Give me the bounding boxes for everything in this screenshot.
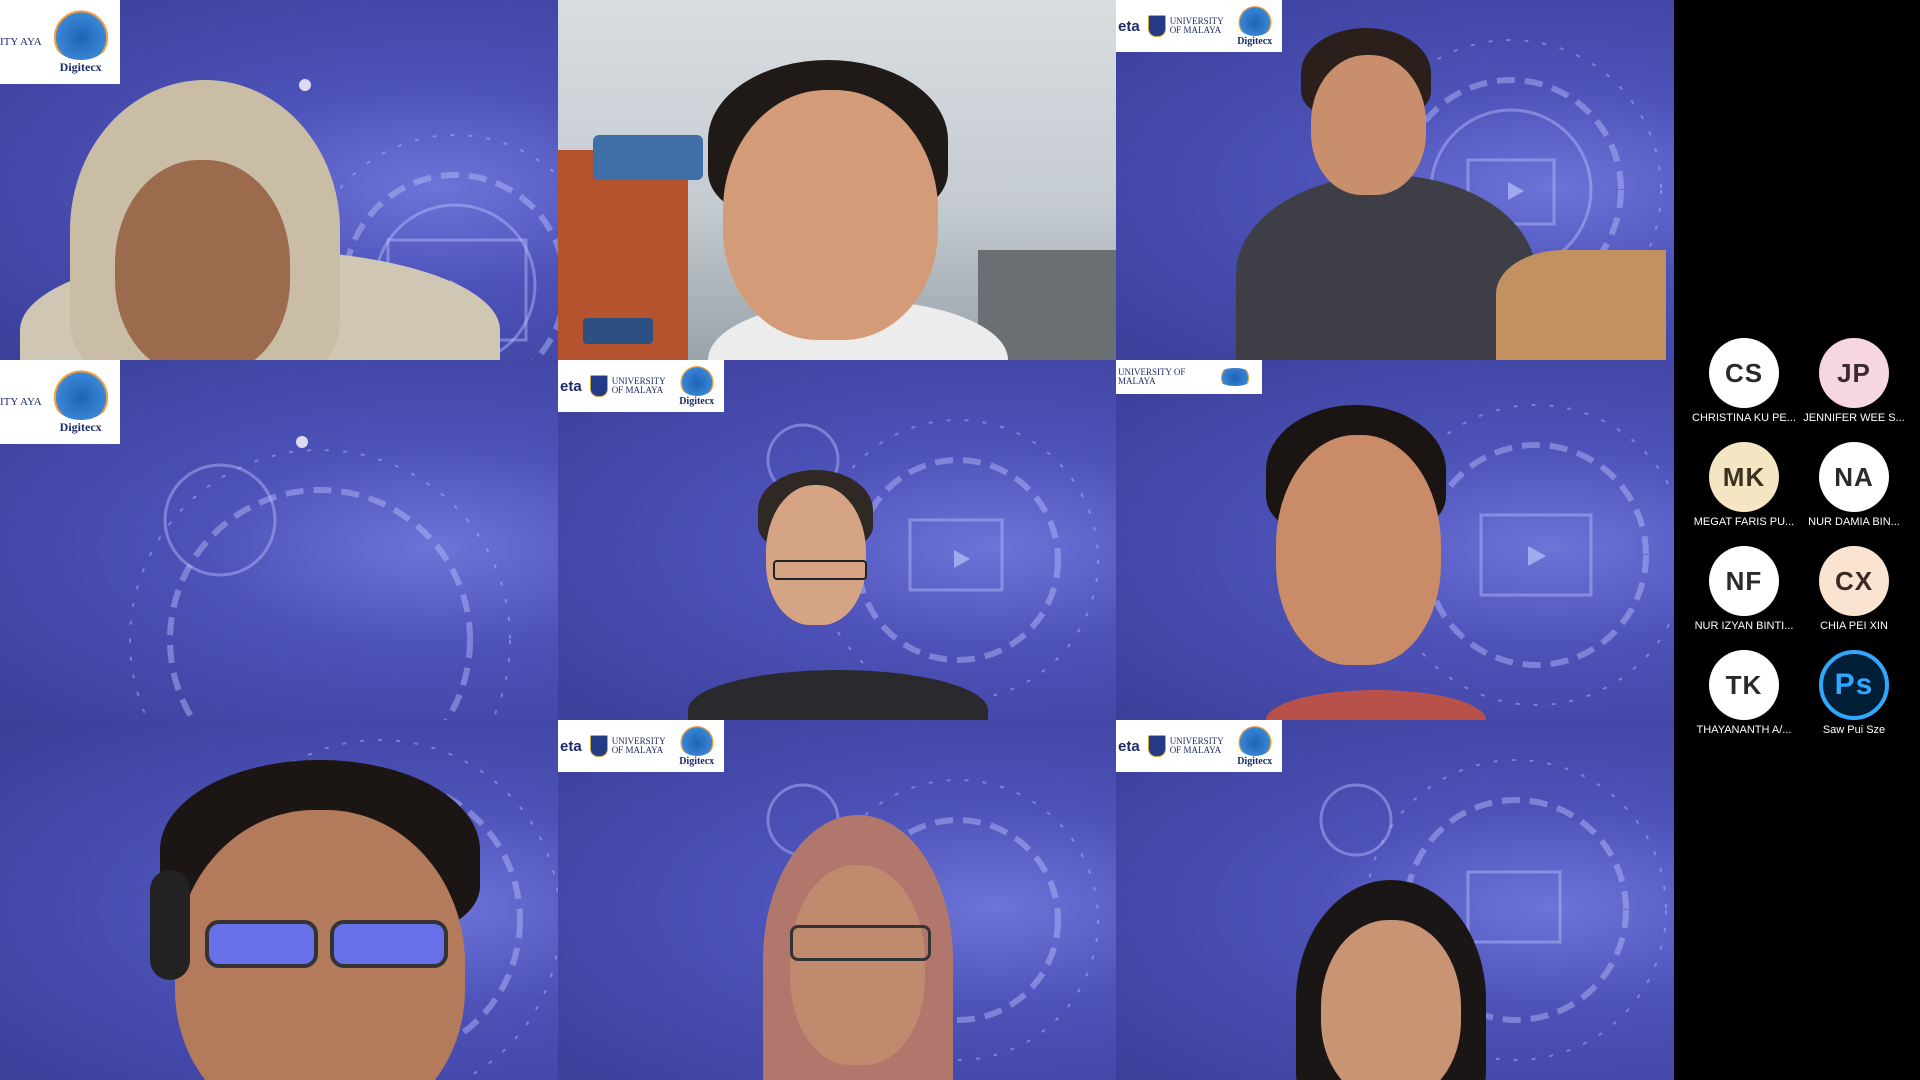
video-tile-5[interactable]: eta UNIVERSITY OF MALAYA Digitecx [558, 360, 1116, 720]
brain-gear-icon [1216, 368, 1254, 386]
participant-name: Saw Pui Sze [1822, 724, 1886, 736]
participant-item[interactable]: NF NUR IZYAN BINTI... [1689, 546, 1799, 632]
logo-banner: eta UNIVERSITY OF MALAYA Digitecx [1116, 720, 1282, 772]
university-crest-icon [589, 375, 608, 397]
banner-fragment: ITY AYA [0, 35, 42, 48]
participant-name: CHIA PEI XIN [1820, 620, 1888, 632]
avatar: NA [1819, 442, 1889, 512]
logo-banner: UNIVERSITY OF MALAYA [1116, 360, 1262, 394]
photoshop-icon: Ps [1819, 650, 1889, 720]
participant-name: NUR DAMIA BIN... [1808, 516, 1900, 528]
digitex-logo: Digitecx [1235, 725, 1274, 767]
participant-item[interactable]: NA NUR DAMIA BIN... [1799, 442, 1909, 528]
brain-gear-icon [677, 365, 716, 396]
participant-name: THAYANANTH A/... [1696, 724, 1792, 736]
participant-item[interactable]: JP JENNIFER WEE S... [1799, 338, 1909, 424]
avatar: TK [1709, 650, 1779, 720]
participant-list: CS CHRISTINA KU PE... JP JENNIFER WEE S.… [1689, 338, 1909, 736]
digitex-logo: Digitecx [49, 369, 112, 435]
avatar: CX [1819, 546, 1889, 616]
participant-name: NUR IZYAN BINTI... [1694, 620, 1794, 632]
university-logo: UNIVERSITY OF MALAYA [1147, 735, 1228, 757]
participant-panel: CS CHRISTINA KU PE... JP JENNIFER WEE S.… [1674, 0, 1920, 1080]
avatar: JP [1819, 338, 1889, 408]
logo-banner: eta UNIVERSITY OF MALAYA Digitecx [558, 720, 724, 772]
video-tile-3[interactable]: eta UNIVERSITY OF MALAYA Digitecx [1116, 0, 1674, 360]
digitex-logo: Digitecx [677, 365, 716, 407]
video-tile-2[interactable] [558, 0, 1116, 360]
brain-gear-icon [1235, 5, 1274, 36]
digitex-logo: Digitecx [49, 9, 112, 75]
video-tile-1[interactable]: ITY AYA Digitecx [0, 0, 558, 360]
brain-gear-icon [49, 9, 112, 60]
video-tile-8[interactable]: eta UNIVERSITY OF MALAYA Digitecx [558, 720, 1116, 1080]
digitex-logo: Digitecx [1235, 5, 1274, 47]
video-tile-9[interactable]: eta UNIVERSITY OF MALAYA Digitecx [1116, 720, 1674, 1080]
participant-item[interactable]: MK MEGAT FARIS PU... [1689, 442, 1799, 528]
digitex-logo [1216, 368, 1254, 386]
logo-banner: ITY AYA Digitecx [0, 0, 120, 84]
video-tile-7[interactable] [0, 720, 558, 1080]
video-tile-4[interactable]: ITY AYA Digitecx [0, 360, 558, 720]
university-crest-icon [1147, 735, 1166, 757]
university-logo: UNIVERSITY OF MALAYA [589, 735, 670, 757]
participant-name: MEGAT FARIS PU... [1693, 516, 1795, 528]
participant-item[interactable]: CS CHRISTINA KU PE... [1689, 338, 1799, 424]
avatar: CS [1709, 338, 1779, 408]
digitex-logo: Digitecx [677, 725, 716, 767]
university-logo: UNIVERSITY OF MALAYA [1118, 367, 1186, 386]
video-grid: ITY AYA Digitecx eta UNIVERSITY OF MALAY… [0, 0, 1674, 1080]
brain-gear-icon [677, 725, 716, 756]
university-logo: UNIVERSITY OF MALAYA [589, 375, 670, 397]
logo-banner: eta UNIVERSITY OF MALAYA Digitecx [1116, 0, 1282, 52]
participant-name: JENNIFER WEE S... [1803, 412, 1905, 424]
brain-gear-icon [1235, 725, 1274, 756]
avatar: MK [1709, 442, 1779, 512]
participant-item[interactable]: TK THAYANANTH A/... [1689, 650, 1799, 736]
university-crest-icon [1147, 15, 1166, 37]
participant-item[interactable]: CX CHIA PEI XIN [1799, 546, 1909, 632]
video-tile-6[interactable]: UNIVERSITY OF MALAYA [1116, 360, 1674, 720]
avatar: NF [1709, 546, 1779, 616]
logo-banner: eta UNIVERSITY OF MALAYA Digitecx [558, 360, 724, 412]
participant-item[interactable]: Ps Saw Pui Sze [1799, 650, 1909, 736]
logo-banner: ITY AYA Digitecx [0, 360, 120, 444]
university-crest-icon [589, 735, 608, 757]
participant-name: CHRISTINA KU PE... [1692, 412, 1796, 424]
university-logo: UNIVERSITY OF MALAYA [1147, 15, 1228, 37]
brain-gear-icon [49, 369, 112, 420]
